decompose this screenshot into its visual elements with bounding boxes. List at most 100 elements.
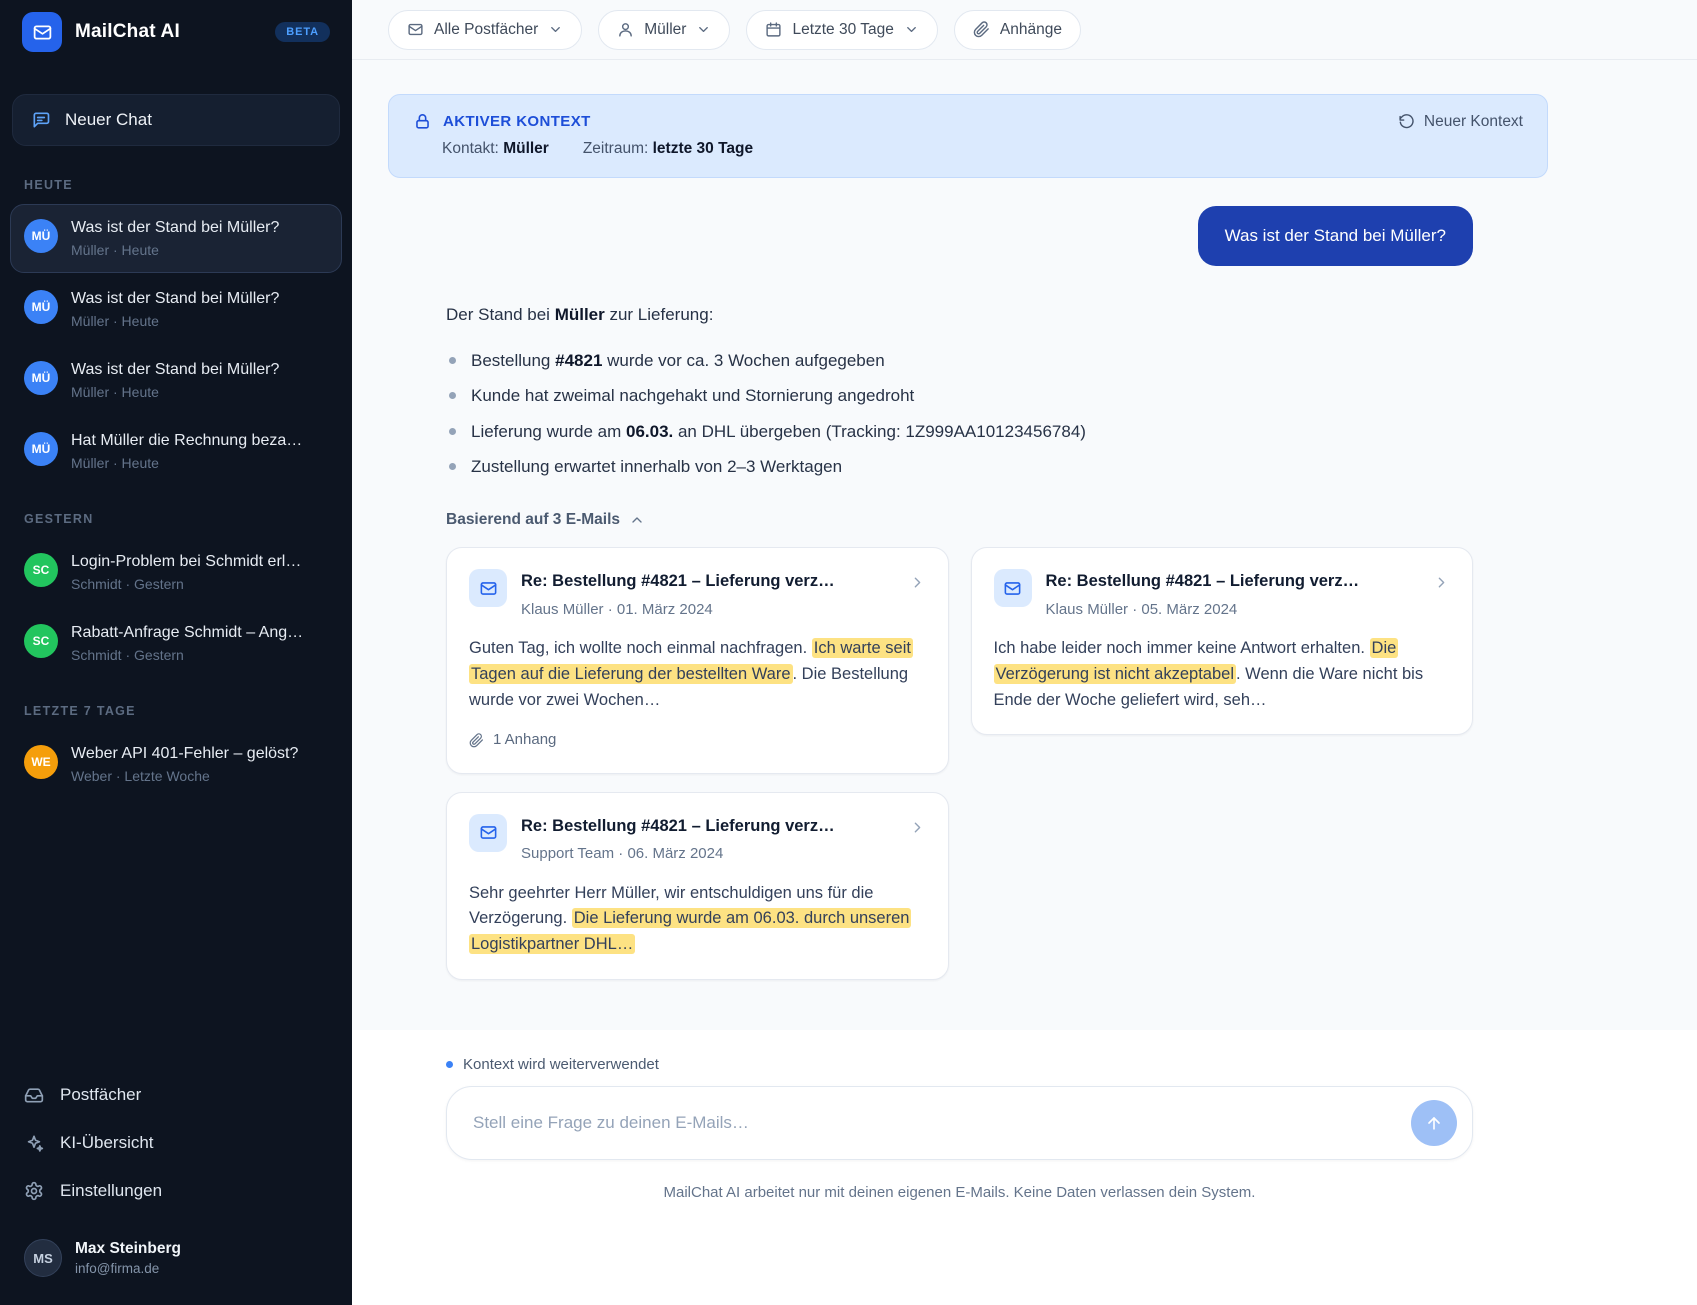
- user-name: Max Steinberg: [75, 1240, 181, 1258]
- undo-icon: [1398, 113, 1415, 130]
- chevron-down-icon: [904, 22, 919, 37]
- active-context-banner: AKTIVER KONTEXT Neuer Kontext Kontakt: M…: [388, 94, 1548, 178]
- filter-chip[interactable]: Alle Postfächer: [388, 10, 582, 50]
- filter-chip[interactable]: Letzte 30 Tage: [746, 10, 937, 50]
- sidebar-nav-item[interactable]: Einstellungen: [24, 1167, 328, 1215]
- assistant-message: Der Stand bei Müller zur Lieferung: Best…: [446, 302, 1473, 979]
- filter-chip-label: Letzte 30 Tage: [792, 21, 893, 39]
- chat-title: Hat Müller die Rechnung beza…: [71, 432, 302, 450]
- context-contact: Kontakt: Müller: [442, 140, 549, 158]
- contact-avatar: MÜ: [24, 290, 58, 324]
- contact-avatar: WE: [24, 745, 58, 779]
- chevron-right-icon[interactable]: [909, 819, 926, 836]
- context-period: Zeitraum: letzte 30 Tage: [583, 140, 753, 158]
- sidebar-section: LETZTE 7 TAGE WE Weber API 401-Fehler – …: [0, 680, 352, 799]
- chat-title: Login-Problem bei Schmidt erl…: [71, 553, 301, 571]
- email-card[interactable]: Re: Bestellung #4821 – Lieferung verz… S…: [446, 792, 949, 980]
- context-contact-label: Kontakt:: [442, 140, 499, 157]
- user-profile[interactable]: MS Max Steinberg info@firma.de: [0, 1219, 352, 1305]
- message-thread: Was ist der Stand bei Müller? Der Stand …: [388, 206, 1548, 980]
- chevron-right-icon[interactable]: [909, 574, 926, 591]
- person-icon: [617, 21, 634, 38]
- assistant-bullet: Kunde hat zweimal nachgehakt und Stornie…: [446, 383, 1473, 409]
- chevron-up-icon: [629, 512, 645, 528]
- bullet-dot: [449, 463, 456, 470]
- assistant-bullet: Lieferung wurde am 06.03. an DHL übergeb…: [446, 419, 1473, 445]
- mail-icon: [479, 823, 498, 842]
- email-subject: Re: Bestellung #4821 – Lieferung verz…: [521, 814, 887, 839]
- composer: Kontext wird weiterverwendet MailChat AI…: [352, 1030, 1697, 1305]
- filter-chip-label: Anhänge: [1000, 21, 1062, 39]
- mail-icon: [32, 22, 53, 43]
- disclaimer: MailChat AI arbeitet nur mit deinen eige…: [446, 1184, 1473, 1305]
- mail-icon-badge: [469, 569, 507, 607]
- bullet-text: Bestellung #4821 wurde vor ca. 3 Wochen …: [471, 348, 885, 374]
- sidebar-section: HEUTE MÜ Was ist der Stand bei Müller? M…: [0, 154, 352, 486]
- chevron-right-icon[interactable]: [1433, 574, 1450, 591]
- email-card[interactable]: Re: Bestellung #4821 – Lieferung verz… K…: [446, 547, 949, 773]
- chat-history-item[interactable]: MÜ Was ist der Stand bei Müller? Müller …: [10, 346, 342, 415]
- chat-history-item[interactable]: SC Login-Problem bei Schmidt erl… Schmid…: [10, 538, 342, 607]
- lock-icon: [413, 112, 432, 131]
- chat-history: HEUTE MÜ Was ist der Stand bei Müller? M…: [0, 154, 352, 801]
- contact-avatar: SC: [24, 553, 58, 587]
- chat-history-item[interactable]: SC Rabatt-Anfrage Schmidt – Ang… Schmidt…: [10, 609, 342, 678]
- context-contact-value: Müller: [503, 140, 549, 157]
- sidebar-nav-label: Einstellungen: [60, 1181, 162, 1201]
- sidebar-nav-item[interactable]: KI-Übersicht: [24, 1119, 328, 1167]
- context-reuse-label: Kontext wird weiterverwendet: [463, 1056, 659, 1073]
- send-button[interactable]: [1411, 1100, 1457, 1146]
- message-input[interactable]: [473, 1113, 1399, 1133]
- assistant-bullet: Bestellung #4821 wurde vor ca. 3 Wochen …: [446, 348, 1473, 374]
- chat-content: AKTIVER KONTEXT Neuer Kontext Kontakt: M…: [352, 60, 1697, 1030]
- chat-subtitle: Müller · Heute: [71, 242, 279, 258]
- sidebar-nav-label: Postfächer: [60, 1085, 141, 1105]
- bullet-dot: [449, 428, 456, 435]
- contact-avatar: MÜ: [24, 219, 58, 253]
- email-card[interactable]: Re: Bestellung #4821 – Lieferung verz… K…: [971, 547, 1474, 735]
- email-meta: Support Team · 06. März 2024: [521, 843, 887, 866]
- new-context-label: Neuer Kontext: [1424, 113, 1523, 131]
- sidebar-section: GESTERN SC Login-Problem bei Schmidt erl…: [0, 488, 352, 678]
- new-chat-button[interactable]: Neuer Chat: [12, 94, 340, 146]
- chat-subtitle: Müller · Heute: [71, 313, 279, 329]
- chat-history-item[interactable]: MÜ Hat Müller die Rechnung beza… Müller …: [10, 417, 342, 486]
- chat-history-item[interactable]: MÜ Was ist der Stand bei Müller? Müller …: [10, 204, 342, 273]
- chat-title: Was ist der Stand bei Müller?: [71, 219, 279, 237]
- user-avatar: MS: [24, 1239, 62, 1277]
- assistant-bullet: Zustellung erwartet innerhalb von 2–3 We…: [446, 454, 1473, 480]
- mail-icon: [479, 579, 498, 598]
- new-chat-label: Neuer Chat: [65, 110, 152, 130]
- sidebar-section-label: LETZTE 7 TAGE: [0, 680, 352, 728]
- context-banner-title: AKTIVER KONTEXT: [443, 113, 591, 130]
- email-meta: Klaus Müller · 01. März 2024: [521, 599, 887, 622]
- gear-icon: [24, 1181, 44, 1201]
- context-period-label: Zeitraum:: [583, 140, 648, 157]
- contact-avatar: MÜ: [24, 432, 58, 466]
- chat-subtitle: Müller · Heute: [71, 455, 302, 471]
- bullet-dot: [449, 357, 456, 364]
- sources-toggle[interactable]: Basierend auf 3 E-Mails: [446, 508, 1473, 531]
- chat-history-item[interactable]: WE Weber API 401-Fehler – gelöst? Weber …: [10, 730, 342, 799]
- chat-history-item[interactable]: MÜ Was ist der Stand bei Müller? Müller …: [10, 275, 342, 344]
- chat-title: Was ist der Stand bei Müller?: [71, 361, 279, 379]
- bullet-dot: [449, 392, 456, 399]
- chevron-down-icon: [696, 22, 711, 37]
- filter-chip-label: Müller: [644, 21, 686, 39]
- filter-chip[interactable]: Müller: [598, 10, 730, 50]
- sidebar-nav-item[interactable]: Postfächer: [24, 1071, 328, 1119]
- user-message-bubble: Was ist der Stand bei Müller?: [1198, 206, 1473, 266]
- context-meta: Kontakt: Müller Zeitraum: letzte 30 Tage: [413, 140, 1523, 158]
- filter-chip[interactable]: Anhänge: [954, 10, 1081, 50]
- inbox-icon: [24, 1085, 44, 1105]
- bullet-text: Lieferung wurde am 06.03. an DHL übergeb…: [471, 419, 1086, 445]
- sources-label: Basierend auf 3 E-Mails: [446, 508, 620, 531]
- chat-title: Rabatt-Anfrage Schmidt – Ang…: [71, 624, 303, 642]
- new-context-button[interactable]: Neuer Kontext: [1398, 113, 1523, 131]
- app-name: MailChat AI: [75, 21, 180, 43]
- email-meta: Klaus Müller · 05. März 2024: [1046, 599, 1412, 622]
- filter-chip-label: Alle Postfächer: [434, 21, 538, 39]
- email-subject: Re: Bestellung #4821 – Lieferung verz…: [521, 569, 887, 594]
- bullet-text: Zustellung erwartet innerhalb von 2–3 We…: [471, 454, 842, 480]
- app-header: MailChat AI BETA: [0, 0, 352, 66]
